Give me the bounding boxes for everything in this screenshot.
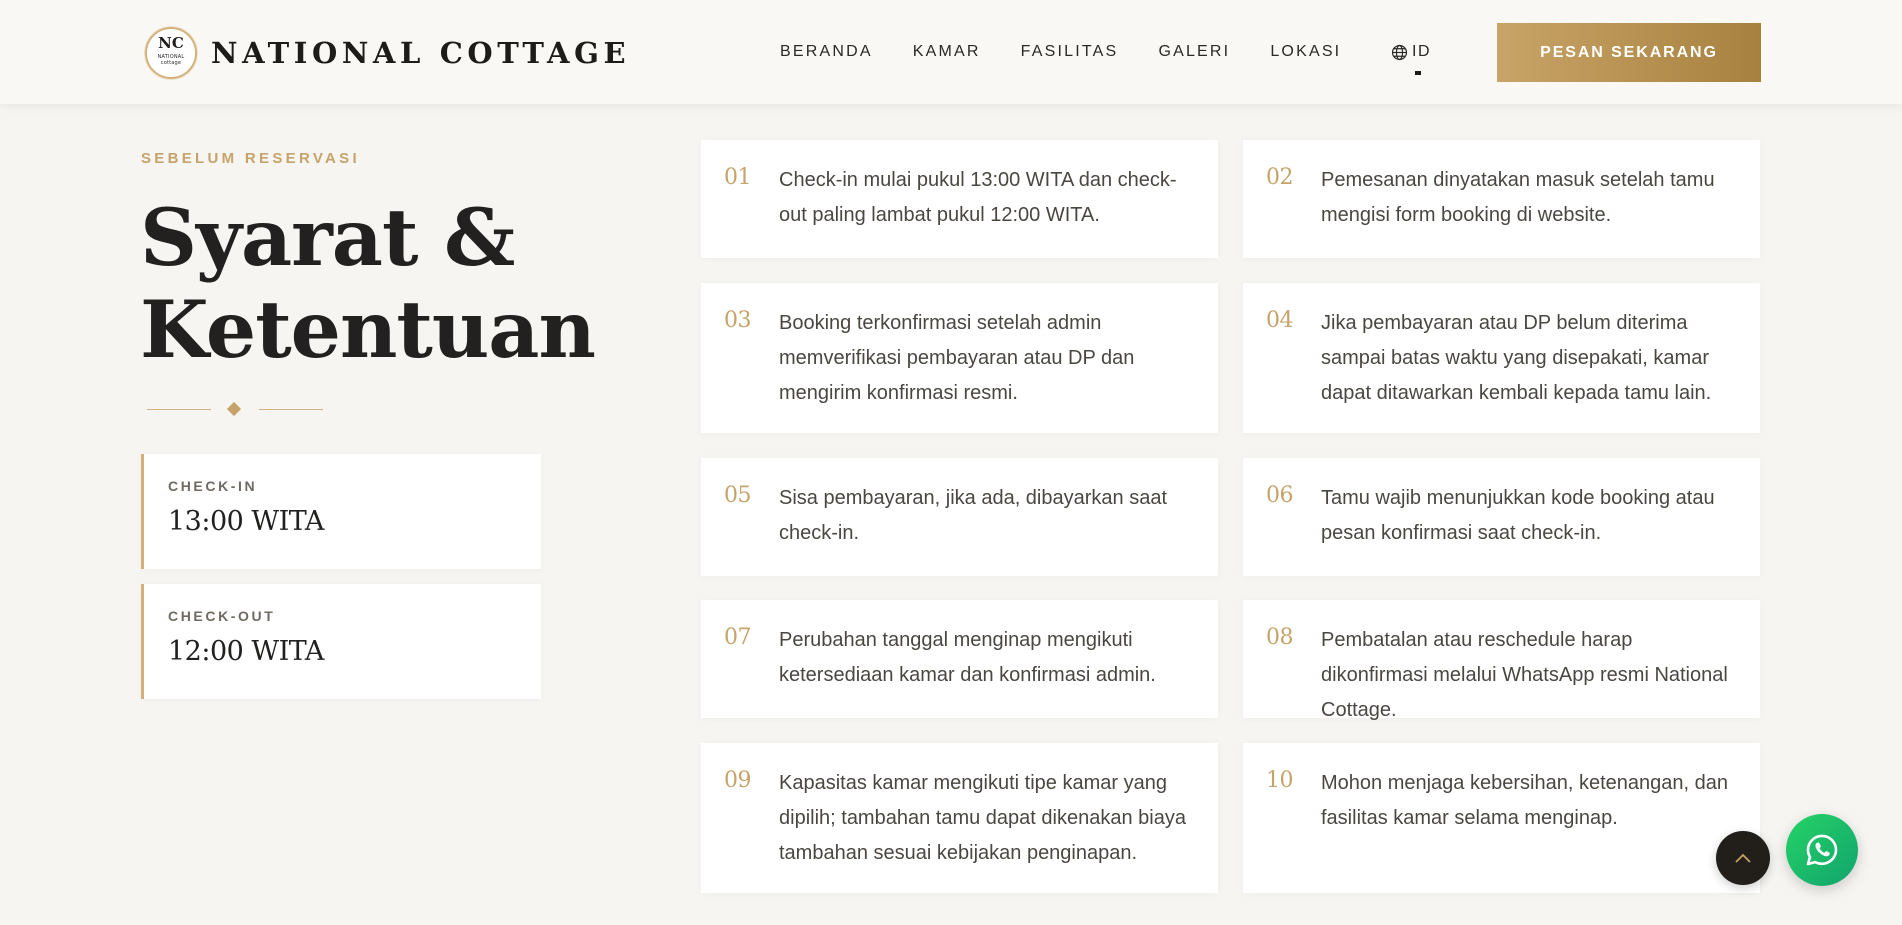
title-line-2: Ketentuan: [140, 283, 596, 376]
checkin-label: CHECK-IN: [168, 478, 258, 494]
nav-lokasi[interactable]: LOKASI: [1270, 42, 1341, 62]
rule-card-03: 03 Booking terkonfirmasi setelah admin m…: [701, 283, 1218, 433]
rule-text: Pembatalan atau reschedule harap dikonfi…: [1321, 629, 1728, 721]
brand-name: NATIONAL COTTAGE: [211, 36, 631, 70]
rule-text: Tamu wajib menunjukkan kode booking atau…: [1321, 487, 1715, 544]
whatsapp-button[interactable]: [1786, 814, 1858, 886]
logo-mark: NC: [158, 34, 184, 52]
checkin-time: 13:00 WITA: [168, 506, 324, 537]
rule-text: Kapasitas kamar mengikuti tipe kamar yan…: [779, 772, 1186, 864]
nav-beranda[interactable]: BERANDA: [780, 42, 873, 62]
rule-number: 09: [724, 768, 752, 793]
nav-fasilitas[interactable]: FASILITAS: [1021, 42, 1119, 62]
rule-card-01: 01 Check-in mulai pukul 13:00 WITA dan c…: [701, 140, 1218, 258]
rule-card-10: 10 Mohon menjaga kebersihan, ketenangan,…: [1243, 743, 1760, 893]
section-title: Syarat & Ketentuan: [140, 192, 600, 376]
rule-text: Check-in mulai pukul 13:00 WITA dan chec…: [779, 169, 1177, 226]
main-nav: BERANDA KAMAR FASILITAS GALERI LOKASI: [780, 42, 1381, 62]
divider-diamond: [226, 401, 242, 417]
rule-number: 01: [724, 165, 752, 190]
rule-number: 05: [724, 483, 752, 508]
brand-logo: NC NATIONAL cottage: [145, 27, 197, 79]
rule-number: 10: [1266, 768, 1294, 793]
language-indicator: [1415, 71, 1421, 75]
book-now-button[interactable]: PESAN SEKARANG: [1497, 23, 1761, 82]
rule-text: Booking terkonfirmasi setelah admin memv…: [779, 312, 1135, 404]
rule-text: Jika pembayaran atau DP belum diterima s…: [1321, 312, 1712, 404]
rule-card-02: 02 Pemesanan dinyatakan masuk setelah ta…: [1243, 140, 1760, 258]
rule-text: Mohon menjaga kebersihan, ketenangan, da…: [1321, 772, 1728, 829]
rule-number: 08: [1266, 625, 1294, 650]
logo-small-text: NATIONAL cottage: [157, 54, 185, 66]
divider-line-right: [259, 409, 323, 410]
checkout-time: 12:00 WITA: [168, 636, 324, 667]
language-switcher[interactable]: ID: [1391, 42, 1431, 75]
site-header: NC NATIONAL cottage NATIONAL COTTAGE BER…: [0, 0, 1902, 104]
divider-line-left: [147, 409, 211, 410]
title-line-1: Syarat &: [140, 191, 515, 284]
checkout-card: CHECK-OUT 12:00 WITA: [141, 584, 541, 699]
rule-text: Pemesanan dinyatakan masuk setelah tamu …: [1321, 169, 1715, 226]
rule-card-06: 06 Tamu wajib menunjukkan kode booking a…: [1243, 458, 1760, 576]
scroll-to-top-button[interactable]: [1716, 831, 1770, 885]
nav-kamar[interactable]: KAMAR: [913, 42, 981, 62]
language-code: ID: [1412, 43, 1431, 60]
checkout-label: CHECK-OUT: [168, 608, 276, 624]
rule-card-05: 05 Sisa pembayaran, jika ada, dibayarkan…: [701, 458, 1218, 576]
nav-galeri[interactable]: GALERI: [1158, 42, 1230, 62]
rule-card-09: 09 Kapasitas kamar mengikuti tipe kamar …: [701, 743, 1218, 893]
ornament-divider: [141, 401, 323, 417]
rule-card-08: 08 Pembatalan atau reschedule harap diko…: [1243, 600, 1760, 721]
whatsapp-icon: [1806, 834, 1838, 866]
rule-text: Sisa pembayaran, jika ada, dibayarkan sa…: [779, 487, 1168, 544]
rule-number: 07: [724, 625, 752, 650]
rule-card-07: 07 Perubahan tanggal menginap mengikuti …: [701, 600, 1218, 718]
rule-number: 04: [1266, 308, 1294, 333]
rule-card-04: 04 Jika pembayaran atau DP belum diterim…: [1243, 283, 1760, 433]
rule-number: 03: [724, 308, 752, 333]
checkin-card: CHECK-IN 13:00 WITA: [141, 454, 541, 569]
rule-number: 02: [1266, 165, 1294, 190]
globe-icon: [1391, 44, 1408, 60]
chevron-up-icon: [1735, 853, 1751, 863]
section-eyebrow: SEBELUM RESERVASI: [141, 150, 360, 167]
brand-link[interactable]: NC NATIONAL cottage NATIONAL COTTAGE: [145, 27, 630, 79]
rule-number: 06: [1266, 483, 1294, 508]
rule-text: Perubahan tanggal menginap mengikuti ket…: [779, 629, 1156, 686]
